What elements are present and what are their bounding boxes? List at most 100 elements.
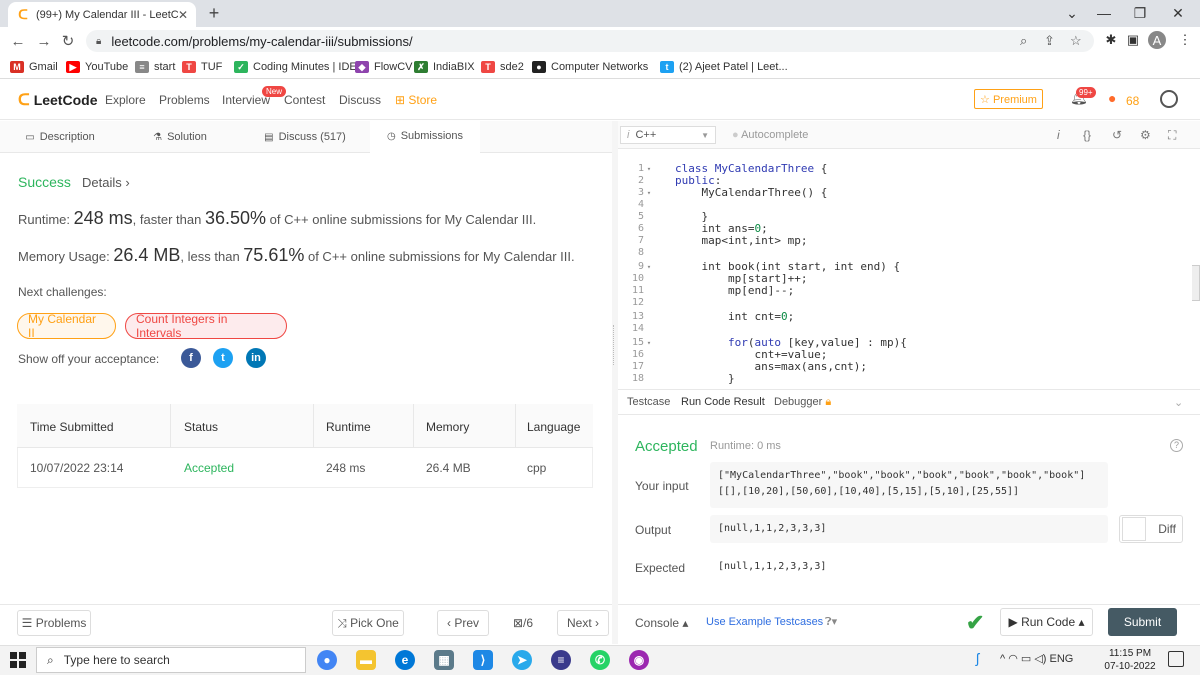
runtime-value: 248 ms (73, 208, 133, 228)
bookmark-item[interactable]: ✓ Coding Minutes | IDE (234, 58, 357, 76)
details-link[interactable]: Details › (82, 175, 130, 190)
runtime-prefix: Runtime: (18, 212, 74, 227)
help-dropdown-icon[interactable]: ❓︎▾ (825, 615, 837, 629)
your-input-box: ["MyCalendarThree","book","book","book",… (710, 462, 1108, 508)
browser-tab[interactable]: ᑕ (99+) My Calendar III - LeetCode ✕ (8, 2, 196, 27)
twitter-icon[interactable]: t (213, 348, 233, 368)
browser-menu-icon[interactable]: ⋮ (1176, 31, 1194, 49)
bookmark-item[interactable]: Tsde2 (481, 58, 524, 76)
info-icon[interactable]: i (1057, 128, 1060, 142)
windows-start-icon[interactable] (10, 652, 26, 668)
nav-problems[interactable]: Problems (159, 93, 210, 107)
close-window-icon[interactable]: ✕ (1156, 2, 1200, 24)
tab-debugger[interactable]: Debugger 🔒︎ (774, 396, 831, 409)
line-number: 16 (618, 349, 654, 360)
console-button[interactable]: Console ▴ (635, 616, 688, 630)
bookmark-item[interactable]: ✗ IndiaBIX (414, 58, 475, 76)
reload-icon[interactable]: ↻ (58, 31, 78, 51)
nav-store[interactable]: ⊞ Store (395, 93, 437, 107)
diff-switch[interactable] (1122, 517, 1146, 541)
system-tray[interactable]: ^ ◠ ▭ ◁) ENG (1000, 652, 1073, 665)
taskbar-search-input[interactable]: ⌕ Type here to search (36, 647, 306, 673)
prev-button[interactable]: ‹ Prev (437, 610, 489, 636)
fold-arrow-icon[interactable]: ▾ (644, 165, 654, 173)
bookmark-label: start (154, 61, 176, 73)
zoom-icon[interactable]: ⌕ (1020, 33, 1027, 49)
facebook-icon[interactable]: f (181, 348, 201, 368)
language-select[interactable]: i C++ ▼ (620, 126, 716, 144)
address-bar[interactable]: 🔒︎ leetcode.com/problems/my-calendar-iii… (86, 30, 1094, 52)
submit-button[interactable]: Submit (1108, 608, 1177, 636)
bookmark-item[interactable]: ≡ start (135, 58, 175, 76)
run-code-button[interactable]: ▶ Run Code ▴ (1000, 608, 1093, 636)
bookmark-item[interactable]: M Gmail (10, 58, 58, 76)
cell-status-accepted[interactable]: Accepted (184, 461, 234, 475)
help-icon[interactable]: ? (1170, 439, 1183, 452)
tab-description[interactable]: ▭ Description (0, 121, 120, 153)
line-number: 4 (618, 199, 654, 210)
tab-discuss-label: Discuss (517) (278, 131, 346, 143)
reset-icon[interactable]: ↺ (1112, 128, 1122, 142)
linkedin-icon[interactable]: in (246, 348, 266, 368)
extension-icon[interactable]: ✱ (1102, 31, 1120, 49)
share-icon[interactable]: ⇪ (1044, 33, 1055, 49)
forward-icon[interactable]: → (34, 31, 54, 51)
chrome-icon[interactable]: ● (317, 650, 337, 670)
bookmark-item[interactable]: ▶ YouTube (66, 58, 128, 76)
fold-arrow-icon[interactable]: ▾ (644, 189, 654, 197)
eclipse-icon[interactable]: ≡ (551, 650, 571, 670)
fold-arrow-icon[interactable]: ▾ (644, 263, 654, 271)
challenge-count-integers[interactable]: Count Integers in Intervals (125, 312, 287, 340)
nav-contest[interactable]: Contest (284, 93, 325, 107)
tray-app-icon[interactable]: ʃ (976, 650, 979, 666)
diff-toggle[interactable]: Diff (1119, 515, 1183, 543)
problems-button[interactable]: ☰ Problems (17, 610, 91, 636)
telegram-icon[interactable]: ➤ (512, 650, 532, 670)
bookmark-item[interactable]: ● Computer Networks (532, 58, 648, 76)
collapse-chevron-icon[interactable]: ⌄ (1174, 396, 1183, 409)
vscode-icon[interactable]: ⟩ (473, 650, 493, 670)
whatsapp-icon[interactable]: ✆ (590, 650, 610, 670)
bookmark-item[interactable]: ◆ FlowCV (355, 58, 413, 76)
coding-minutes-icon: ✓ (234, 61, 248, 73)
action-center-icon[interactable] (1168, 651, 1184, 667)
splitter-handle[interactable] (613, 325, 615, 365)
logo-text: LeetCode (33, 92, 98, 108)
nav-discuss[interactable]: Discuss (339, 93, 381, 107)
your-input-label: Your input (635, 479, 689, 493)
tab-discuss[interactable]: ▤ Discuss (517) (245, 121, 365, 153)
streak-count[interactable]: 68 (1126, 94, 1139, 108)
challenge-my-calendar-ii[interactable]: My Calendar II (17, 312, 116, 340)
tab-testcase[interactable]: Testcase (627, 396, 670, 408)
bookmark-item[interactable]: t (2) Ajeet Patel | Leet... (660, 58, 788, 76)
taskbar-clock[interactable]: 11:15 PM 07-10-2022 (1100, 647, 1160, 673)
braces-icon[interactable]: {} (1083, 128, 1091, 142)
tab-submissions[interactable]: ◷ Submissions (370, 121, 480, 153)
user-avatar[interactable] (1160, 90, 1178, 108)
close-tab-icon[interactable]: ✕ (178, 8, 188, 22)
settings-icon[interactable]: ⚙ (1140, 128, 1151, 142)
file-explorer-icon[interactable]: ▬ (356, 650, 376, 670)
tab-run-code-result[interactable]: Run Code Result (681, 396, 765, 408)
runtime-percent: 36.50% (204, 208, 266, 228)
bookmark-item[interactable]: T TUF (182, 58, 222, 76)
leetcode-logo[interactable]: ᑕ LeetCode (18, 90, 97, 110)
back-icon[interactable]: ← (8, 31, 28, 51)
bookmark-star-icon[interactable]: ☆ (1070, 33, 1082, 49)
next-button[interactable]: Next › (557, 610, 609, 636)
obs-icon[interactable]: ◉ (629, 650, 649, 670)
photos-icon[interactable]: ▦ (434, 650, 454, 670)
autocomplete-toggle[interactable]: ● Autocomplete (732, 129, 808, 141)
profile-avatar[interactable]: A (1148, 31, 1166, 49)
new-tab-button[interactable]: + (204, 3, 224, 23)
tab-solution[interactable]: ⚗ Solution (125, 121, 235, 153)
use-example-testcases-link[interactable]: Use Example Testcases (706, 616, 823, 628)
nav-explore[interactable]: Explore (105, 93, 146, 107)
header-memory: Memory (426, 420, 470, 434)
pick-one-button[interactable]: ⤨ Pick One (332, 610, 404, 636)
fold-arrow-icon[interactable]: ▾ (644, 339, 654, 347)
premium-button[interactable]: ☆ Premium (974, 89, 1043, 109)
edge-icon[interactable]: e (395, 650, 415, 670)
sidebar-icon[interactable]: ▣ (1124, 31, 1142, 49)
fullscreen-icon[interactable]: ⛶ (1168, 128, 1176, 143)
